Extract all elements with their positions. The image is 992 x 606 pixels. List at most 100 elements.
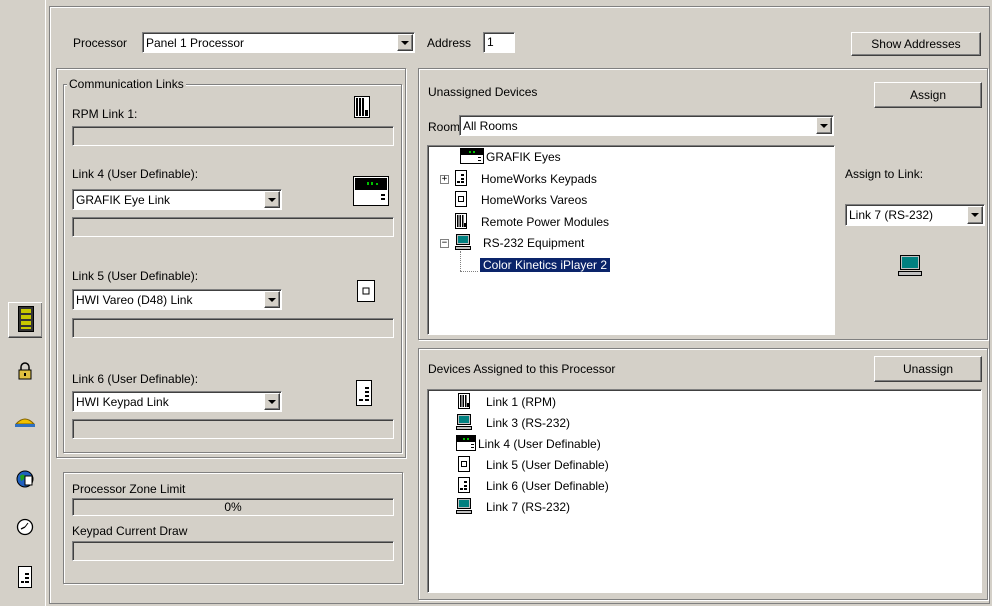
link5-dropdown-button[interactable] (264, 291, 280, 308)
expand-icon[interactable]: + (440, 174, 449, 184)
show-addresses-button[interactable]: Show Addresses (851, 32, 981, 56)
vareo-icon (458, 455, 470, 475)
link4-select-value: GRAFIK Eye Link (76, 192, 171, 207)
sidebar-tab-astronomic[interactable] (8, 404, 42, 440)
comm-group-title: Communication Links (67, 77, 186, 91)
keypad-icon (458, 476, 470, 496)
computer-icon (455, 233, 471, 253)
tree-item-homeworks-vareos[interactable]: HomeWorks Vareos (455, 190, 588, 210)
assign-to-link-value: Link 7 (RS-232) (849, 208, 934, 222)
tree-item-label-selected: Color Kinetics iPlayer 2 (478, 257, 612, 273)
assigned-item-link3[interactable]: Link 3 (RS-232) (456, 413, 571, 433)
room-select[interactable]: All Rooms (459, 115, 834, 136)
grafik-eye-icon (353, 176, 389, 209)
link6-select-value: HWI Keypad Link (76, 394, 169, 409)
tree-item-label: GRAFIK Eyes (486, 150, 561, 164)
chevron-down-icon (268, 399, 276, 404)
sidebar-tab-timeclock[interactable] (8, 510, 42, 546)
assign-button[interactable]: Assign (874, 82, 982, 108)
processor-select[interactable]: Panel 1 Processor (142, 32, 415, 53)
tree-item-label: HomeWorks Vareos (481, 193, 588, 207)
assign-to-link-select[interactable]: Link 7 (RS-232) (845, 204, 985, 226)
assign-to-link-label: Assign to Link: (845, 167, 924, 181)
tree-item-label: HomeWorks Keypads (481, 172, 597, 186)
keypad-icon (356, 380, 372, 409)
tree-item-homeworks-keypads[interactable]: + HomeWorks Keypads (440, 169, 597, 189)
chevron-down-icon (268, 297, 276, 302)
sidebar-tab-keypads[interactable] (8, 560, 42, 596)
tree-item-label: Remote Power Modules (481, 215, 610, 229)
tree-line-horizontal (460, 271, 478, 272)
zone-limit-bar: 0% (72, 498, 394, 516)
link6-select[interactable]: HWI Keypad Link (72, 391, 282, 412)
processor-select-value: Panel 1 Processor (146, 35, 245, 50)
vareo-icon (357, 280, 375, 305)
assign-to-link-dropdown-button[interactable] (967, 206, 983, 224)
link5-select[interactable]: HWI Vareo (D48) Link (72, 289, 282, 310)
collapse-icon[interactable]: − (440, 238, 449, 248)
assigned-item-label: Link 6 (User Definable) (486, 479, 609, 493)
processor-dropdown-button[interactable] (397, 34, 413, 51)
unassign-button[interactable]: Unassign (874, 356, 982, 382)
link5-select-value: HWI Vareo (D48) Link (76, 292, 193, 307)
sidebar-tab-processor[interactable] (8, 302, 42, 338)
chevron-down-icon (820, 123, 828, 128)
rpm-icon (455, 212, 467, 232)
computer-icon (456, 497, 472, 517)
link4-label: Link 4 (User Definable): (72, 167, 199, 181)
grafik-eye-icon (456, 434, 476, 454)
lock-icon (17, 361, 33, 383)
keypad-draw-label: Keypad Current Draw (72, 524, 188, 538)
computer-icon (456, 413, 472, 433)
unassigned-title: Unassigned Devices (428, 85, 538, 99)
rpm-icon (458, 392, 470, 412)
grafik-eye-icon (460, 147, 484, 167)
tree-line-vertical (460, 251, 461, 271)
link4-select[interactable]: GRAFIK Eye Link (72, 189, 282, 210)
vareo-icon (455, 190, 467, 210)
rpm-link-bar (72, 126, 394, 146)
assigned-item-label: Link 5 (User Definable) (486, 458, 609, 472)
tree-item-color-kinetics-iplayer[interactable]: Color Kinetics iPlayer 2 (478, 256, 612, 274)
assigned-list[interactable]: Link 1 (RPM) Link 3 (RS-232) Link 4 (Use… (427, 389, 982, 593)
assigned-item-label: Link 4 (User Definable) (478, 437, 601, 451)
link6-dropdown-button[interactable] (264, 393, 280, 410)
link5-bar (72, 318, 394, 338)
keypad-icon (455, 169, 467, 189)
processor-label: Processor (73, 36, 128, 50)
address-label: Address (427, 36, 472, 50)
room-dropdown-button[interactable] (816, 117, 832, 134)
tree-item-grafik-eyes[interactable]: GRAFIK Eyes (460, 147, 561, 167)
address-field[interactable]: 1 (483, 32, 515, 53)
address-value: 1 (487, 35, 494, 49)
link6-label: Link 6 (User Definable): (72, 372, 199, 386)
sidebar-tab-web[interactable] (8, 462, 42, 498)
assigned-item-label: Link 3 (RS-232) (486, 416, 571, 430)
assigned-item-link7[interactable]: Link 7 (RS-232) (456, 497, 571, 517)
link6-bar (72, 419, 394, 439)
chevron-down-icon (268, 197, 276, 202)
assigned-item-label: Link 7 (RS-232) (486, 500, 571, 514)
room-label: Room (428, 120, 461, 134)
keypad-icon (18, 565, 32, 591)
assigned-title: Devices Assigned to this Processor (428, 362, 616, 376)
link5-label: Link 5 (User Definable): (72, 269, 199, 283)
keypad-draw-bar (72, 541, 394, 561)
unassigned-tree[interactable]: GRAFIK Eyes + HomeWorks Keypads HomeWork… (427, 145, 835, 335)
sidebar-tab-security[interactable] (8, 354, 42, 390)
globe-icon (16, 470, 34, 491)
assigned-item-link1[interactable]: Link 1 (RPM) (458, 392, 557, 412)
sidebar-divider (45, 0, 46, 606)
computer-icon (898, 255, 922, 280)
assigned-item-link6[interactable]: Link 6 (User Definable) (458, 476, 609, 496)
link4-dropdown-button[interactable] (264, 191, 280, 208)
tree-item-rs232-equipment[interactable]: − RS-232 Equipment (440, 233, 584, 253)
link4-bar (72, 217, 394, 237)
rpm-link-label: RPM Link 1: (72, 107, 138, 121)
rpm-icon (354, 96, 370, 121)
assigned-item-label: Link 1 (RPM) (486, 395, 557, 409)
zone-limit-value: 0% (224, 500, 242, 514)
assigned-item-link4[interactable]: Link 4 (User Definable) (456, 434, 601, 454)
tree-item-remote-power-modules[interactable]: Remote Power Modules (455, 212, 610, 232)
assigned-item-link5[interactable]: Link 5 (User Definable) (458, 455, 609, 475)
